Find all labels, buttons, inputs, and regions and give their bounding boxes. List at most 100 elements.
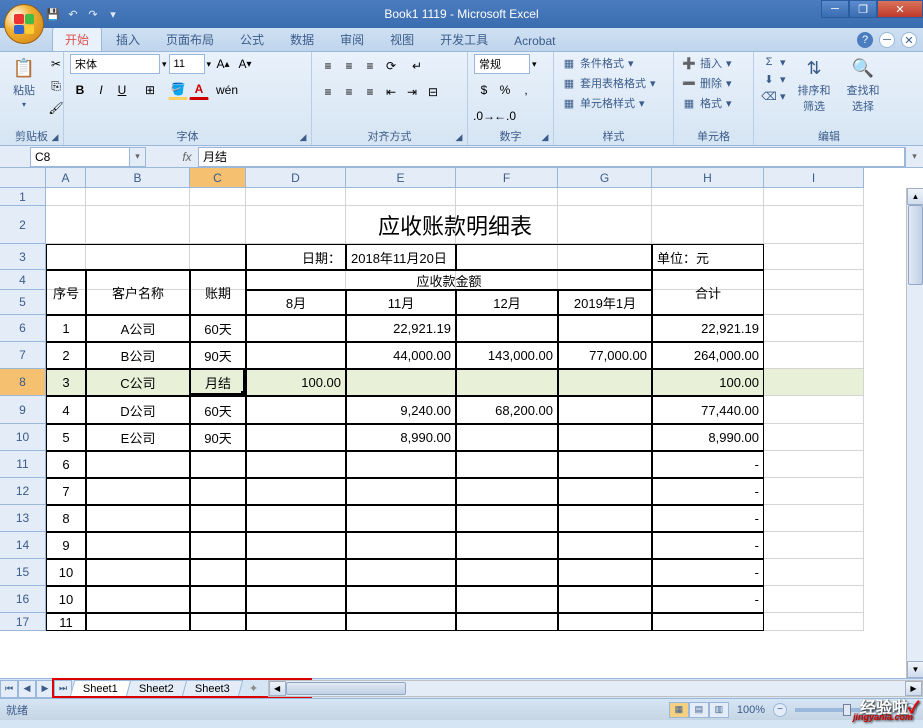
indent-increase-icon[interactable]: ⇥: [402, 82, 422, 102]
cell[interactable]: 应收账款明细表: [46, 206, 864, 244]
col-header-A[interactable]: A: [46, 168, 86, 187]
cell[interactable]: [558, 315, 652, 342]
fill-button[interactable]: ⬇▾: [760, 71, 788, 87]
row-header-15[interactable]: 15: [0, 559, 45, 586]
cell[interactable]: 日期：: [246, 244, 346, 270]
cell[interactable]: [86, 478, 190, 505]
tab-home[interactable]: 开始: [52, 27, 102, 51]
scroll-left-icon[interactable]: ◀: [269, 681, 286, 696]
cell[interactable]: [558, 478, 652, 505]
cell[interactable]: [456, 315, 558, 342]
shrink-font-icon[interactable]: A▾: [235, 54, 255, 74]
view-page-layout-icon[interactable]: ▤: [689, 702, 709, 718]
cell[interactable]: 264,000.00: [652, 342, 764, 369]
sort-filter-button[interactable]: ⇅ 排序和 筛选: [792, 54, 837, 116]
name-box-dropdown-icon[interactable]: ▾: [130, 147, 146, 167]
col-header-E[interactable]: E: [346, 168, 456, 187]
align-middle-icon[interactable]: ≡: [339, 56, 359, 76]
office-button[interactable]: [4, 4, 44, 44]
cell[interactable]: [346, 613, 456, 631]
cell[interactable]: 8,990.00: [346, 424, 456, 451]
cell[interactable]: [456, 424, 558, 451]
row-header-10[interactable]: 10: [0, 424, 45, 451]
merge-center-icon[interactable]: ⊟: [423, 82, 443, 102]
conditional-format-button[interactable]: ▦条件格式 ▾: [560, 54, 636, 72]
cell[interactable]: -: [652, 532, 764, 559]
cell[interactable]: [558, 532, 652, 559]
cell[interactable]: 合计: [652, 270, 764, 315]
cell[interactable]: D公司: [86, 396, 190, 424]
row-header-11[interactable]: 11: [0, 451, 45, 478]
tab-review[interactable]: 审阅: [328, 28, 376, 51]
paste-button[interactable]: 📋 粘贴 ▾: [6, 54, 42, 111]
row-header-16[interactable]: 16: [0, 586, 45, 613]
find-select-button[interactable]: 🔍 查找和 选择: [841, 54, 886, 116]
name-box[interactable]: C8: [30, 147, 130, 167]
redo-icon[interactable]: ↷: [85, 6, 101, 22]
tab-acrobat[interactable]: Acrobat: [502, 31, 567, 51]
cell[interactable]: 9: [46, 532, 86, 559]
cell[interactable]: C公司: [86, 369, 190, 396]
cell[interactable]: 143,000.00: [456, 342, 558, 369]
align-top-icon[interactable]: ≡: [318, 56, 338, 76]
cell[interactable]: 8: [46, 505, 86, 532]
border-icon[interactable]: ⊞: [140, 80, 160, 100]
cell[interactable]: [346, 505, 456, 532]
cell[interactable]: 单位：元: [652, 244, 764, 270]
cell-styles-button[interactable]: ▦单元格样式 ▾: [560, 94, 647, 112]
cell[interactable]: 3: [46, 369, 86, 396]
cell[interactable]: [558, 369, 652, 396]
cell[interactable]: [246, 451, 346, 478]
currency-icon[interactable]: $: [474, 80, 494, 100]
cell[interactable]: [246, 315, 346, 342]
wrap-text-icon[interactable]: ↵: [407, 56, 427, 76]
cell[interactable]: 2018年11月20日: [346, 244, 456, 270]
font-size-input[interactable]: [169, 54, 205, 74]
row-header-6[interactable]: 6: [0, 315, 45, 342]
cell[interactable]: 100.00: [652, 369, 764, 396]
cell[interactable]: 2019年1月: [558, 290, 652, 315]
insert-cells-button[interactable]: ➕插入 ▾: [680, 54, 734, 72]
cell[interactable]: 2: [46, 342, 86, 369]
cell[interactable]: 11: [46, 613, 86, 631]
cell[interactable]: 应收款金额: [246, 270, 652, 290]
cell[interactable]: 90天: [190, 424, 246, 451]
bold-button[interactable]: B: [70, 80, 90, 100]
cell[interactable]: 5: [46, 424, 86, 451]
sheet-tab-3[interactable]: Sheet3: [181, 680, 242, 697]
align-left-icon[interactable]: ≡: [318, 82, 338, 102]
cell[interactable]: [246, 342, 346, 369]
cell[interactable]: 序号: [46, 270, 86, 315]
fx-icon[interactable]: fx: [176, 147, 198, 167]
row-header-7[interactable]: 7: [0, 342, 45, 369]
col-header-I[interactable]: I: [764, 168, 864, 187]
align-center-icon[interactable]: ≡: [339, 82, 359, 102]
number-launcher-icon[interactable]: ◢: [539, 131, 551, 143]
new-sheet-icon[interactable]: ✦: [244, 681, 264, 697]
cell[interactable]: 9,240.00: [346, 396, 456, 424]
cell[interactable]: [190, 505, 246, 532]
table-format-button[interactable]: ▦套用表格格式 ▾: [560, 74, 658, 92]
number-format-input[interactable]: [474, 54, 530, 74]
cell[interactable]: 10: [46, 559, 86, 586]
cell[interactable]: 90天: [190, 342, 246, 369]
size-dropdown-icon[interactable]: ▾: [207, 59, 212, 70]
row-header-9[interactable]: 9: [0, 396, 45, 424]
col-header-G[interactable]: G: [558, 168, 652, 187]
select-all-button[interactable]: [0, 168, 46, 188]
percent-icon[interactable]: %: [495, 80, 515, 100]
cell[interactable]: 77,000.00: [558, 342, 652, 369]
cell[interactable]: [456, 244, 652, 270]
formula-input[interactable]: 月结: [198, 147, 905, 167]
cell[interactable]: 8月: [246, 290, 346, 315]
cell[interactable]: [190, 559, 246, 586]
col-header-C[interactable]: C: [190, 168, 246, 187]
cell[interactable]: 60天: [190, 396, 246, 424]
cell[interactable]: 11月: [346, 290, 456, 315]
tab-page-layout[interactable]: 页面布局: [154, 28, 226, 51]
cell[interactable]: -: [652, 478, 764, 505]
cell[interactable]: [456, 478, 558, 505]
cell[interactable]: E公司: [86, 424, 190, 451]
cell[interactable]: 12月: [456, 290, 558, 315]
row-header-3[interactable]: 3: [0, 244, 45, 270]
